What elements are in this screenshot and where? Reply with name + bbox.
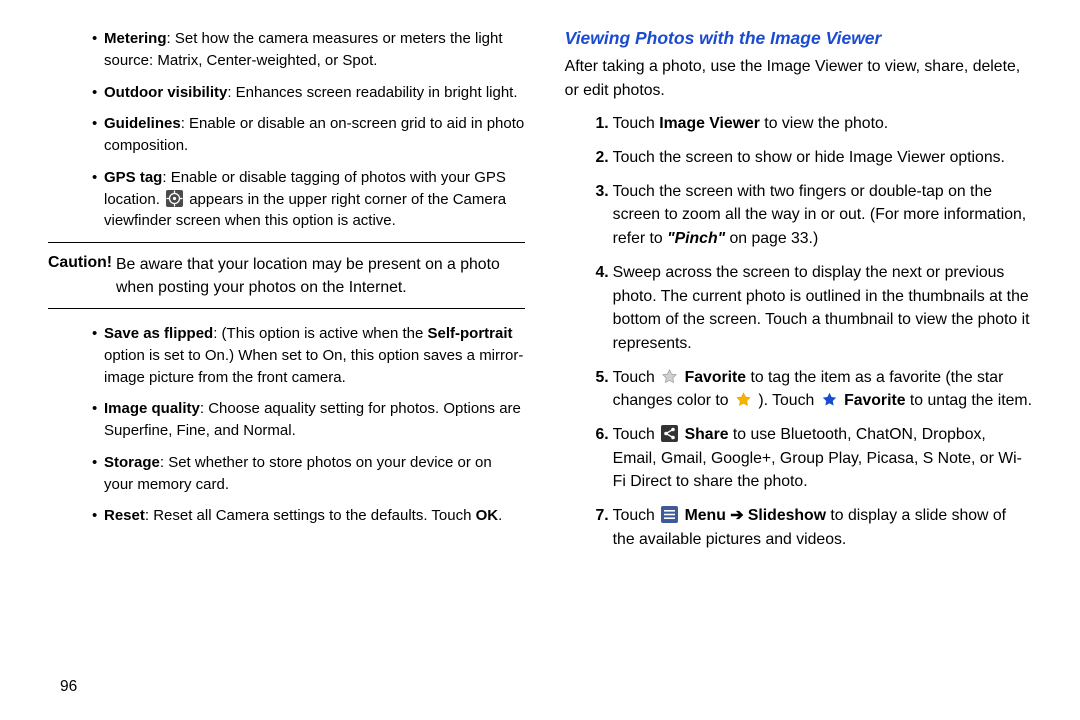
term: Guidelines (104, 115, 181, 132)
desc-after: option is set to On.) When set to On, th… (104, 347, 523, 386)
menu-icon (661, 506, 678, 523)
step-2: Touch the screen to show or hide Image V… (593, 146, 1032, 170)
step-4: Sweep across the screen to display the n… (593, 261, 1032, 356)
desc: : Set whether to store photos on your de… (104, 454, 492, 493)
setting-metering: Metering: Set how the camera measures or… (92, 28, 525, 72)
step-6: Touch Share to use Bluetooth, ChatON, Dr… (593, 423, 1032, 494)
caution-body: Be aware that your location may be prese… (116, 253, 525, 300)
desc-after: . (498, 507, 502, 524)
term: Metering (104, 30, 167, 47)
star-blue-icon (821, 391, 838, 408)
term: Save as flipped (104, 325, 213, 342)
desc-before: : (This option is active when the (213, 325, 427, 342)
desc: : Enhances screen readability in bright … (227, 84, 517, 101)
term: Reset (104, 507, 145, 524)
desc-before: : Reset all Camera settings to the defau… (145, 507, 476, 524)
step-3: Touch the screen with two fingers or dou… (593, 180, 1032, 251)
step-1: Touch Image Viewer to view the photo. (593, 112, 1032, 136)
share-icon (661, 425, 678, 442)
setting-gps-tag: GPS tag: Enable or disable tagging of ph… (92, 167, 525, 232)
right-column: Viewing Photos with the Image Viewer Aft… (565, 28, 1032, 561)
star-yellow-icon (735, 391, 752, 408)
caution-block: Caution! Be aware that your location may… (48, 242, 525, 309)
setting-reset: Reset: Reset all Camera settings to the … (92, 505, 525, 527)
step-5: Touch Favorite to tag the item as a favo… (593, 366, 1032, 413)
setting-guidelines: Guidelines: Enable or disable an on-scre… (92, 113, 525, 157)
gps-target-icon (166, 190, 183, 207)
left-column: Metering: Set how the camera measures or… (48, 28, 525, 561)
steps-list: Touch Image Viewer to view the photo. To… (565, 112, 1032, 551)
term: Outdoor visibility (104, 84, 227, 101)
star-outline-icon (661, 368, 678, 385)
settings-list-bottom: Save as flipped: (This option is active … (48, 323, 525, 527)
term: GPS tag (104, 169, 162, 186)
page-number: 96 (60, 678, 77, 696)
section-heading: Viewing Photos with the Image Viewer (565, 28, 1032, 49)
setting-image-quality: Image quality: Choose aquality setting f… (92, 398, 525, 442)
inline-strong: OK (476, 507, 499, 524)
desc-after: appears in the upper right corner of the… (104, 191, 506, 230)
setting-outdoor-visibility: Outdoor visibility: Enhances screen read… (92, 82, 525, 104)
inline-strong: Self-portrait (428, 325, 513, 342)
setting-save-as-flipped: Save as flipped: (This option is active … (92, 323, 525, 388)
setting-storage: Storage: Set whether to store photos on … (92, 452, 525, 496)
settings-list-top: Metering: Set how the camera measures or… (48, 28, 525, 232)
caution-label: Caution! (48, 254, 112, 271)
term: Image quality (104, 400, 200, 417)
term: Storage (104, 454, 160, 471)
section-intro: After taking a photo, use the Image View… (565, 55, 1032, 102)
step-7: Touch Menu ➔ Slideshow to display a slid… (593, 504, 1032, 551)
